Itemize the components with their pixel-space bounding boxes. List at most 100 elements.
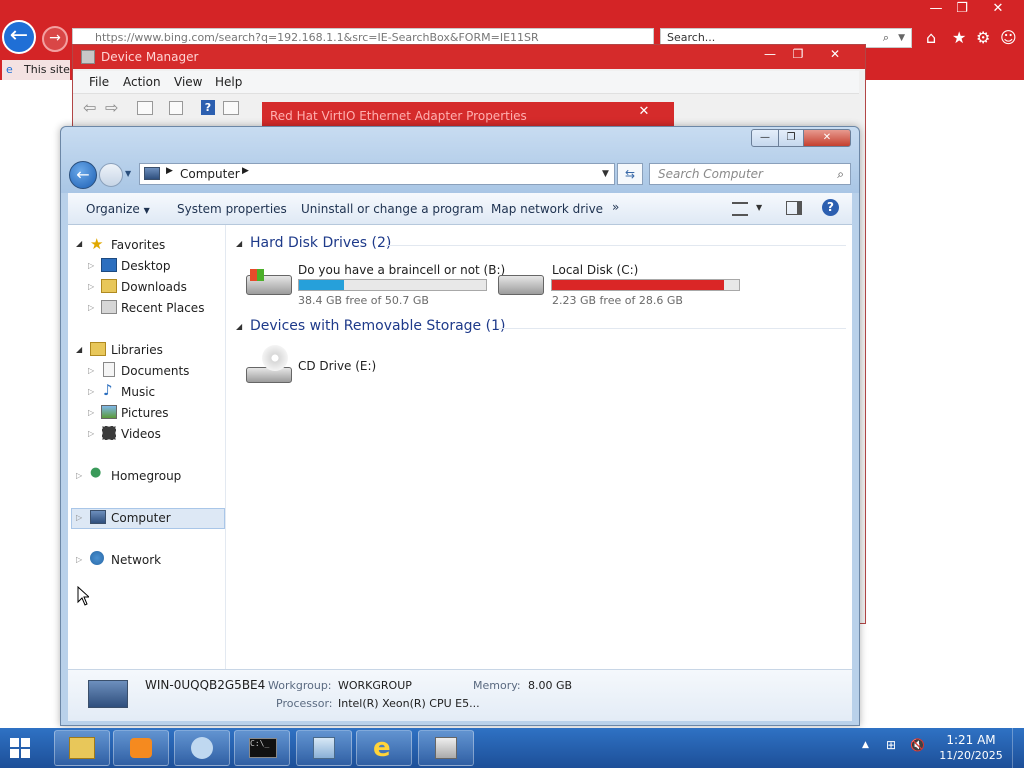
computer-icon — [88, 680, 128, 708]
nav-desktop[interactable]: Desktop — [121, 259, 171, 273]
collapsed-triangle-icon[interactable]: ▷ — [88, 282, 94, 291]
dm-minimize-button[interactable]: — — [757, 46, 783, 64]
clock-time[interactable]: 1:21 AM — [940, 733, 1002, 747]
organize-button[interactable]: Organize ▼ — [86, 202, 150, 216]
nav-libraries[interactable]: Libraries — [111, 343, 163, 357]
properties-icon[interactable] — [137, 101, 153, 115]
command-prompt-icon: C:\_ — [249, 738, 277, 758]
pictures-icon — [101, 405, 117, 419]
group-collapse-icon[interactable]: ◢ — [236, 239, 242, 248]
redhat-close-button[interactable]: ✕ — [622, 102, 666, 124]
ie-close-button[interactable]: ✕ — [976, 0, 1020, 18]
smiley-icon[interactable]: ☺ — [1000, 28, 1017, 47]
breadcrumb-computer[interactable]: Computer — [180, 167, 240, 181]
collapsed-triangle-icon[interactable]: ▷ — [88, 429, 94, 438]
system-properties-button[interactable]: System properties — [177, 202, 287, 216]
nav-network[interactable]: Network — [111, 553, 161, 567]
collapsed-triangle-icon[interactable]: ▷ — [88, 261, 94, 270]
taskbar-tool-button[interactable] — [174, 730, 230, 766]
collapsed-triangle-icon[interactable]: ▷ — [88, 303, 94, 312]
explorer-address-bar[interactable]: ▶ Computer ▶ ▼ — [139, 163, 615, 185]
more-commands-button[interactable]: » — [612, 200, 619, 214]
collapsed-triangle-icon[interactable]: ▷ — [76, 471, 82, 480]
nav-recent-places[interactable]: Recent Places — [121, 301, 204, 315]
expanded-triangle-icon[interactable]: ◢ — [76, 345, 82, 354]
menu-help[interactable]: Help — [215, 75, 242, 89]
collapsed-triangle-icon[interactable]: ▷ — [88, 387, 94, 396]
address-dropdown-icon[interactable]: ▼ — [602, 169, 609, 179]
drive-b-tile[interactable]: Do you have a braincell or not (B:) 38.4… — [246, 263, 505, 309]
nav-downloads[interactable]: Downloads — [121, 280, 187, 294]
taskbar-explorer-button[interactable] — [54, 730, 110, 766]
network-tray-icon[interactable]: ⊞ — [886, 738, 896, 752]
dm-close-button[interactable]: ✕ — [813, 46, 857, 64]
refresh-button[interactable]: ⇆ — [617, 163, 643, 185]
collapsed-triangle-icon[interactable]: ▷ — [76, 555, 82, 564]
taskbar-device-manager-button[interactable] — [418, 730, 474, 766]
nav-homegroup[interactable]: Homegroup — [111, 469, 181, 483]
ie-tab[interactable]: e This site — [2, 60, 70, 80]
uninstall-program-button[interactable]: Uninstall or change a program — [301, 202, 484, 216]
taskbar-app-button[interactable] — [296, 730, 352, 766]
show-desktop-button[interactable] — [1012, 728, 1024, 768]
chevron-down-icon[interactable]: ▼ — [898, 29, 905, 47]
search-icon[interactable]: ⌕ — [883, 29, 889, 47]
explorer-minimize-button[interactable]: — — [751, 129, 779, 147]
cd-drive-tile[interactable]: CD Drive (E:) — [246, 345, 406, 391]
explorer-back-button[interactable]: ← — [69, 161, 97, 189]
start-button[interactable] — [6, 734, 36, 762]
group-removable-storage[interactable]: Devices with Removable Storage (1) — [250, 318, 505, 334]
menu-action[interactable]: Action — [123, 75, 161, 89]
show-hidden-icons-chevron-icon[interactable]: ▲ — [862, 740, 869, 750]
collapsed-triangle-icon[interactable]: ▷ — [88, 366, 94, 375]
nav-favorites[interactable]: Favorites — [111, 238, 165, 252]
breadcrumb-arrow-icon[interactable]: ▶ — [166, 166, 173, 176]
nav-pictures[interactable]: Pictures — [121, 406, 169, 420]
nav-videos[interactable]: Videos — [121, 427, 161, 441]
expanded-triangle-icon[interactable]: ◢ — [76, 239, 82, 248]
group-hard-disk-drives[interactable]: Hard Disk Drives (2) — [250, 235, 391, 251]
device-manager-titlebar[interactable]: Device Manager — ❐ ✕ — [73, 45, 865, 69]
explorer-maximize-button[interactable]: ❐ — [778, 129, 804, 147]
home-icon[interactable]: ⌂ — [926, 28, 936, 47]
collapsed-triangle-icon[interactable]: ▷ — [76, 513, 82, 522]
search-icon[interactable]: ⌕ — [837, 164, 844, 184]
document-icon[interactable] — [169, 101, 183, 115]
view-options-chevron-icon[interactable]: ▼ — [756, 203, 762, 212]
menu-file[interactable]: File — [89, 75, 109, 89]
map-network-drive-button[interactable]: Map network drive — [491, 202, 603, 216]
forward-arrow-icon[interactable]: ⇨ — [105, 98, 118, 117]
taskbar-ie-button[interactable]: e — [356, 730, 412, 766]
nav-music[interactable]: Music — [121, 385, 155, 399]
taskbar-cmd-button[interactable]: C:\_ — [234, 730, 290, 766]
back-arrow-icon[interactable]: ⇦ — [83, 98, 96, 117]
nav-documents[interactable]: Documents — [121, 364, 189, 378]
help-icon[interactable]: ? — [822, 199, 839, 216]
workgroup-label: Workgroup: — [268, 679, 332, 692]
dm-maximize-button[interactable]: ❐ — [785, 46, 811, 64]
explorer-close-button[interactable]: ✕ — [803, 129, 851, 147]
help-icon[interactable]: ? — [201, 100, 215, 115]
gear-icon[interactable]: ⚙ — [976, 28, 990, 47]
menu-view[interactable]: View — [174, 75, 202, 89]
ie-back-button[interactable]: ← — [2, 20, 36, 54]
clock-date[interactable]: 11/20/2025 — [934, 749, 1008, 762]
ie-maximize-button[interactable]: ❐ — [944, 0, 980, 18]
volume-muted-icon[interactable]: 🔇 — [910, 738, 925, 752]
preview-pane-icon[interactable] — [786, 201, 802, 215]
ie-forward-button[interactable]: → — [42, 26, 68, 52]
explorer-search-box[interactable]: Search Computer ⌕ — [649, 163, 851, 185]
collapsed-triangle-icon[interactable]: ▷ — [88, 408, 94, 417]
taskbar-media-player-button[interactable] — [113, 730, 169, 766]
redhat-dialog-titlebar[interactable]: Red Hat VirtIO Ethernet Adapter Properti… — [262, 102, 674, 128]
favorites-star-icon[interactable]: ★ — [952, 28, 966, 47]
change-view-icon[interactable] — [732, 202, 748, 216]
breadcrumb-arrow-icon[interactable]: ▶ — [242, 166, 249, 176]
ie-logo-icon: e — [6, 63, 13, 76]
view-icon[interactable] — [223, 101, 239, 115]
group-collapse-icon[interactable]: ◢ — [236, 322, 242, 331]
drive-c-tile[interactable]: Local Disk (C:) 2.23 GB free of 28.6 GB — [498, 263, 748, 309]
explorer-forward-button[interactable] — [99, 163, 123, 187]
recent-pages-chevron-icon[interactable]: ▼ — [125, 169, 131, 178]
nav-computer[interactable]: Computer — [111, 511, 171, 525]
